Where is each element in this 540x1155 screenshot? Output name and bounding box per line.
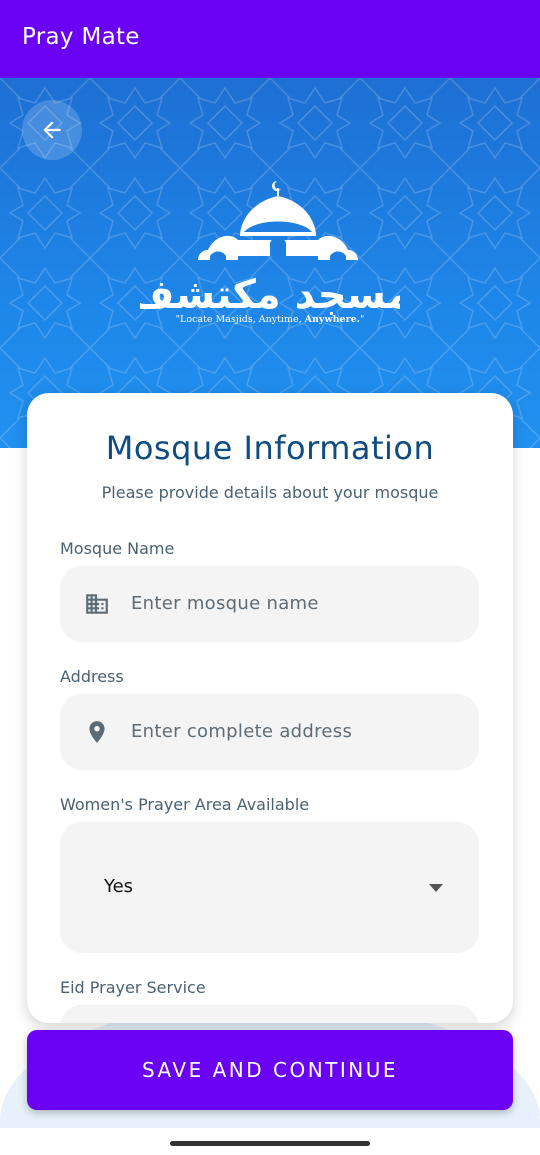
tagline-prefix: "Locate Masjids, Anytime,	[175, 314, 305, 325]
mosque-name-input[interactable]: Enter mosque name	[60, 566, 479, 642]
womens-area-value: Yes	[104, 876, 134, 897]
app-title: Pray Mate	[22, 24, 140, 50]
tagline-suffix: "	[359, 314, 365, 325]
address-input[interactable]: Enter complete address	[60, 694, 479, 770]
eid-prayer-label: Eid Prayer Service	[60, 978, 206, 997]
eid-prayer-select[interactable]	[60, 1005, 479, 1023]
womens-area-label: Women's Prayer Area Available	[60, 795, 310, 814]
arrow-left-icon	[43, 121, 61, 139]
womens-area-select[interactable]: Yes	[60, 822, 479, 953]
location-pin-icon	[89, 721, 105, 743]
logo-arabic-text: مسجد مكتشف	[140, 272, 400, 318]
dropdown-arrow-icon	[429, 884, 443, 892]
home-indicator[interactable]	[170, 1141, 370, 1146]
app-bar: Pray Mate	[0, 0, 540, 78]
building-icon	[86, 594, 108, 614]
form-subtitle: Please provide details about your mosque	[101, 483, 439, 502]
tagline-bold: Anywhere.	[304, 314, 360, 325]
tagline: "Locate Masjids, Anytime, Anywhere."	[0, 314, 540, 325]
address-placeholder: Enter complete address	[131, 721, 353, 742]
form-title: Mosque Information	[105, 429, 435, 467]
back-button[interactable]	[22, 100, 82, 160]
mosque-form-card: Mosque Information Please provide detail…	[27, 393, 513, 1023]
save-continue-button[interactable]: SAVE AND CONTINUE	[27, 1030, 513, 1110]
mosque-name-placeholder: Enter mosque name	[131, 593, 319, 614]
mosque-name-label: Mosque Name	[60, 539, 175, 558]
address-label: Address	[60, 667, 124, 686]
